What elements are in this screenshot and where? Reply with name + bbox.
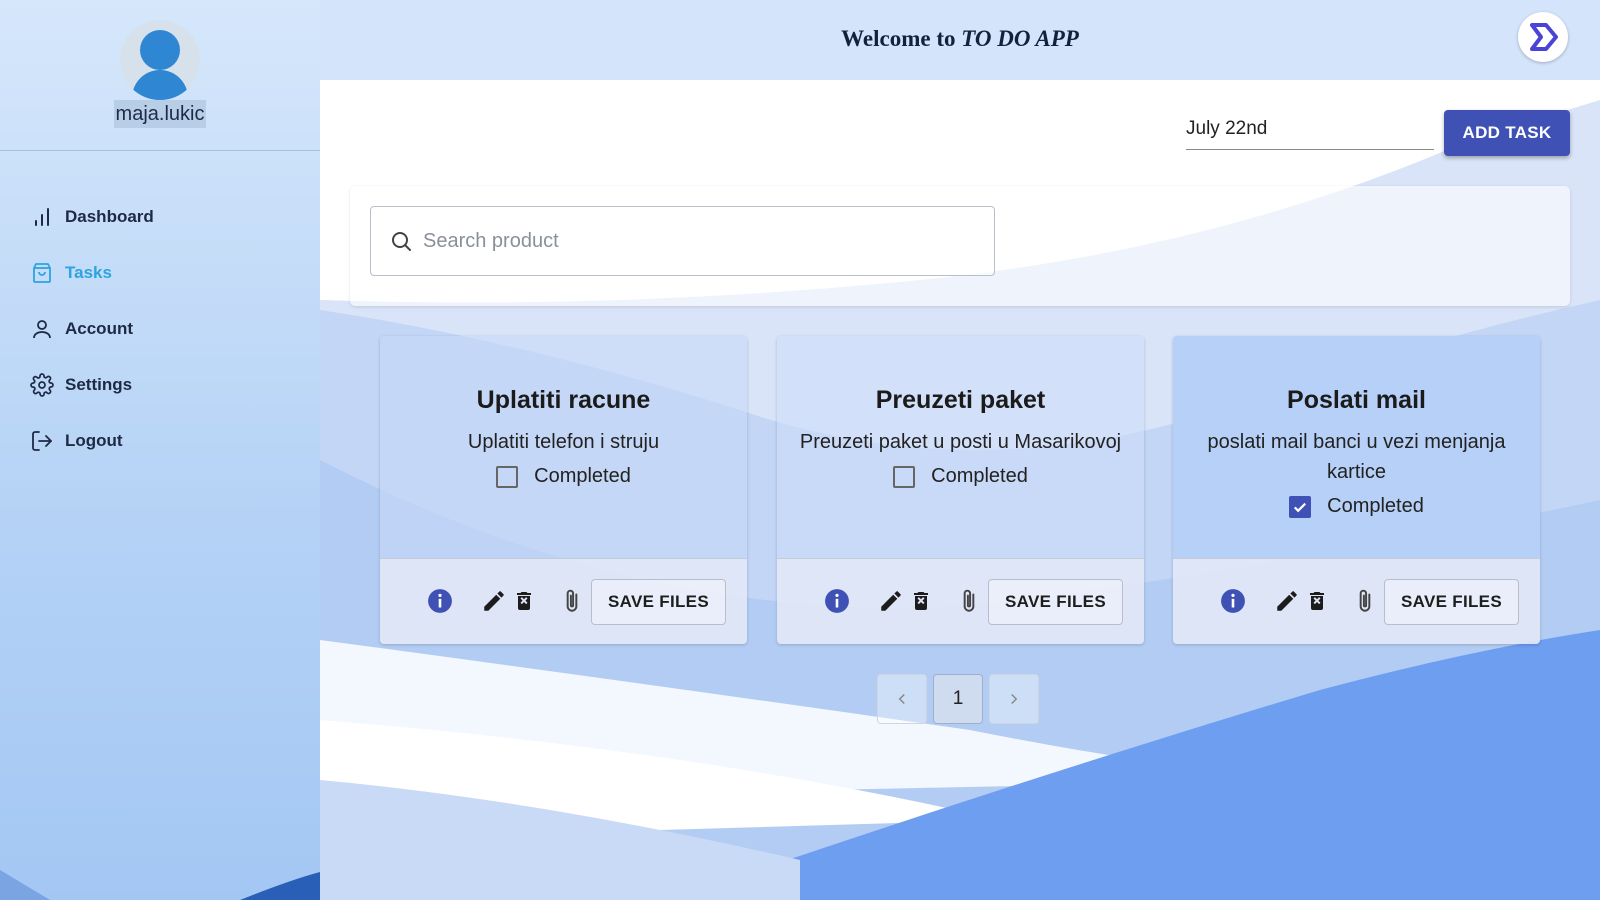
delete-button[interactable] (510, 587, 538, 615)
username: maja.lukic (113, 100, 207, 128)
bar-chart-icon (35, 208, 49, 226)
search-panel (350, 186, 1570, 306)
trash-icon (914, 592, 928, 610)
pencil-icon (484, 591, 504, 611)
top-header: Welcome to TO DO APP (320, 0, 1600, 80)
pencil-icon (881, 591, 901, 611)
paperclip-icon (963, 589, 975, 612)
task-title: Preuzeti paket (875, 386, 1046, 414)
checkbox-box[interactable] (496, 465, 519, 488)
edit-button[interactable] (1273, 587, 1301, 615)
sidebar-item-dashboard[interactable]: Dashboard (0, 189, 320, 245)
search-input[interactable] (423, 229, 963, 253)
attach-button[interactable] (1351, 587, 1379, 615)
checkbox-box[interactable] (1289, 495, 1312, 518)
user-icon (33, 320, 51, 339)
chevron-left-icon (898, 693, 905, 705)
gear-icon (30, 373, 54, 397)
task-actions: SAVE FILES (777, 558, 1144, 644)
chevron-right-icon (1011, 693, 1018, 705)
sidebar-item-label: Logout (65, 431, 123, 450)
completed-label: Completed (1327, 495, 1424, 517)
info-button[interactable] (426, 587, 454, 615)
shopping-bag-icon (33, 263, 51, 283)
task-description: Preuzeti paket u posti u Masarikovoj (799, 431, 1122, 453)
task-card: Poslati mail poslati mail banci u vezi m… (1173, 336, 1540, 644)
sidebar-item-account[interactable]: Account (0, 301, 320, 357)
trash-icon (1310, 592, 1324, 610)
completed-checkbox[interactable]: Completed (1289, 495, 1424, 518)
info-icon (428, 589, 452, 613)
logo-icon (1530, 23, 1558, 51)
task-card-body: Uplatiti racune Uplatiti telefon i struj… (380, 336, 747, 558)
info-icon (1221, 589, 1245, 613)
trash-icon (517, 592, 531, 610)
pencil-icon (1277, 591, 1297, 611)
page-button-current[interactable]: 1 (933, 674, 983, 724)
task-card-body: Poslati mail poslati mail banci u vezi m… (1173, 336, 1540, 558)
task-title: Poslati mail (1287, 386, 1426, 414)
task-description: Uplatiti telefon i struju (467, 431, 660, 453)
logout-icon (32, 431, 52, 451)
save-files-button[interactable]: SAVE FILES (1384, 579, 1519, 625)
date-field[interactable] (1186, 114, 1434, 150)
page-title: Welcome to TO DO APP (320, 26, 1600, 52)
search-box[interactable] (370, 206, 995, 276)
main-content: ADD TASK Uplatiti racune Uplatiti telefo… (320, 80, 1600, 900)
sidebar: maja.lukic Dashboard Tasks Account Setti… (0, 0, 320, 900)
delete-button[interactable] (907, 587, 935, 615)
sidebar-nav: Dashboard Tasks Account Settings Logout (0, 189, 320, 469)
search-icon (392, 232, 411, 251)
sidebar-item-label: Tasks (65, 263, 112, 282)
sidebar-item-logout[interactable]: Logout (0, 413, 320, 469)
sidebar-corner-decoration (0, 870, 320, 900)
info-icon (825, 589, 849, 613)
app-logo-button[interactable] (1518, 12, 1568, 62)
prev-page-button[interactable] (877, 674, 927, 724)
add-task-button[interactable]: ADD TASK (1444, 110, 1570, 156)
save-files-button[interactable]: SAVE FILES (988, 579, 1123, 625)
sidebar-item-label: Dashboard (65, 207, 154, 226)
task-title: Uplatiti racune (476, 386, 651, 414)
task-card: Preuzeti paket Preuzeti paket u posti u … (777, 336, 1144, 644)
sidebar-item-tasks[interactable]: Tasks (0, 245, 320, 301)
task-card-body: Preuzeti paket Preuzeti paket u posti u … (777, 336, 1144, 558)
delete-button[interactable] (1303, 587, 1331, 615)
attach-button[interactable] (955, 587, 983, 615)
date-input[interactable] (1186, 114, 1434, 140)
sidebar-item-label: Account (65, 319, 133, 338)
title-app-name: TO DO APP (961, 26, 1079, 51)
pagination: 1 (877, 674, 1039, 724)
avatar[interactable] (120, 20, 200, 100)
completed-checkbox[interactable]: Completed (496, 465, 631, 488)
info-button[interactable] (1219, 587, 1247, 615)
next-page-button[interactable] (989, 674, 1039, 724)
save-files-button[interactable]: SAVE FILES (591, 579, 726, 625)
task-actions: SAVE FILES (380, 558, 747, 644)
checkbox-box[interactable] (893, 465, 916, 488)
user-profile: maja.lukic (0, 0, 320, 151)
checkmark-icon (1294, 502, 1307, 512)
task-description: poslati mail banci u vezi menjanja karti… (1207, 431, 1506, 483)
info-button[interactable] (823, 587, 851, 615)
edit-button[interactable] (480, 587, 508, 615)
attach-button[interactable] (558, 587, 586, 615)
completed-label: Completed (534, 465, 631, 487)
paperclip-icon (1359, 589, 1371, 612)
completed-checkbox[interactable]: Completed (893, 465, 1028, 488)
sidebar-item-settings[interactable]: Settings (0, 357, 320, 413)
title-prefix: Welcome to (841, 26, 956, 51)
completed-label: Completed (931, 465, 1028, 487)
paperclip-icon (566, 589, 578, 612)
edit-button[interactable] (877, 587, 905, 615)
task-actions: SAVE FILES (1173, 558, 1540, 644)
sidebar-item-label: Settings (65, 375, 133, 394)
task-card: Uplatiti racune Uplatiti telefon i struj… (380, 336, 747, 644)
